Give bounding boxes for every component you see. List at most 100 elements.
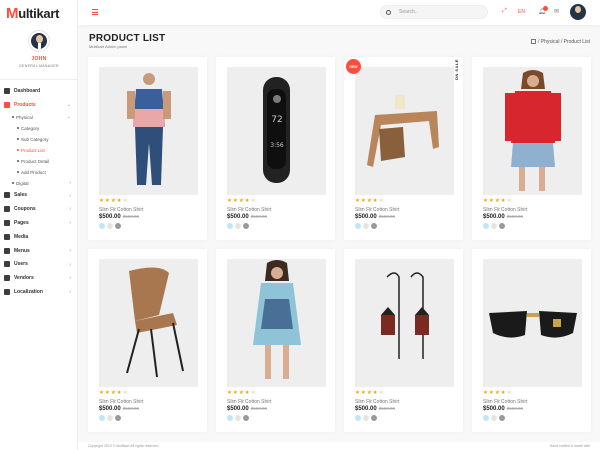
search-icon bbox=[386, 9, 391, 15]
product-image[interactable] bbox=[483, 67, 582, 195]
chevron-right-icon: › bbox=[69, 289, 71, 296]
old-price: $600.00 bbox=[378, 406, 395, 411]
color-swatch[interactable] bbox=[99, 223, 105, 229]
color-swatch[interactable] bbox=[115, 415, 121, 421]
sidebar-sub-digital[interactable]: Digital › bbox=[0, 178, 78, 189]
sidebar-item-users[interactable]: Users › bbox=[0, 258, 78, 272]
user-profile: JOHN GENERAL MANAGER bbox=[0, 28, 78, 76]
product-name[interactable]: Slim Fit Cotton Shirt bbox=[483, 399, 527, 405]
product-name[interactable]: Slim Fit Cotton Shirt bbox=[483, 207, 527, 213]
sidebar-sub-sub-category[interactable]: Sub Category bbox=[0, 134, 78, 145]
clipboard-icon bbox=[4, 220, 10, 227]
product-name[interactable]: Slim Fit Cotton Shirt bbox=[99, 207, 143, 213]
color-swatch[interactable] bbox=[371, 223, 377, 229]
product-image[interactable] bbox=[355, 259, 454, 387]
sidebar: Multikart JOHN GENERAL MANAGER Dashboard… bbox=[0, 0, 78, 450]
color-swatch[interactable] bbox=[115, 223, 121, 229]
product-name[interactable]: Slim Fit Cotton Shirt bbox=[227, 207, 271, 213]
product-card[interactable]: NEW ON SALE ★★★★★ Slim Fit Cotton Shirt … bbox=[344, 57, 463, 240]
brand-logo[interactable]: Multikart bbox=[6, 5, 59, 22]
color-swatch[interactable] bbox=[491, 415, 497, 421]
sidebar-sub-product-detail[interactable]: Product Detail bbox=[0, 156, 78, 167]
old-price: $600.00 bbox=[122, 214, 139, 219]
product-card[interactable]: ★★★★★ Slim Fit Cotton Shirt $500.00 $600.… bbox=[216, 249, 335, 432]
home-icon[interactable] bbox=[531, 39, 537, 44]
footer: Copyright 2019 © Multikart All rights re… bbox=[78, 442, 600, 450]
color-swatch[interactable] bbox=[243, 415, 249, 421]
color-swatch[interactable] bbox=[235, 223, 241, 229]
color-swatch[interactable] bbox=[107, 415, 113, 421]
sidebar-item-vendors[interactable]: Vendors › bbox=[0, 271, 78, 285]
sidebar-item-coupons[interactable]: Coupons › bbox=[0, 202, 78, 216]
color-swatch[interactable] bbox=[499, 223, 505, 229]
sidebar-item-pages[interactable]: Pages › bbox=[0, 216, 78, 230]
product-image[interactable] bbox=[483, 259, 582, 387]
product-image[interactable] bbox=[99, 67, 198, 195]
sidebar-sub-add-product[interactable]: Add Product bbox=[0, 167, 78, 178]
bullet-icon bbox=[17, 149, 19, 152]
maximize-icon[interactable]: ⤢ bbox=[502, 8, 507, 15]
product-image[interactable] bbox=[355, 67, 454, 195]
sidebar-sub-product-list[interactable]: Product List bbox=[0, 145, 78, 156]
chevron-right-icon: › bbox=[69, 206, 71, 213]
product-name[interactable]: Slim Fit Cotton Shirt bbox=[99, 399, 143, 405]
sidebar-sub-category[interactable]: Category bbox=[0, 123, 78, 134]
color-swatch[interactable] bbox=[355, 415, 361, 421]
svg-text:3:56: 3:56 bbox=[270, 142, 284, 149]
color-swatch[interactable] bbox=[107, 223, 113, 229]
color-swatch[interactable] bbox=[483, 415, 489, 421]
sidebar-item-menus[interactable]: Menus › bbox=[0, 244, 78, 258]
chevron-down-icon: ⌄ bbox=[66, 114, 71, 121]
color-swatch[interactable] bbox=[499, 415, 505, 421]
product-image[interactable] bbox=[99, 259, 198, 387]
product-card[interactable]: ★★★★★ Slim Fit Cotton Shirt $500.00 $600.… bbox=[472, 57, 591, 240]
color-swatch[interactable] bbox=[355, 223, 361, 229]
product-name[interactable]: Slim Fit Cotton Shirt bbox=[227, 399, 271, 405]
tag-icon bbox=[4, 206, 10, 213]
header-avatar[interactable] bbox=[570, 4, 586, 20]
product-card[interactable]: 72 3:56 ★★★★★ Slim Fit Cotton Shirt $500.… bbox=[216, 57, 335, 240]
color-swatch[interactable] bbox=[363, 415, 369, 421]
page-title: PRODUCT LIST bbox=[89, 33, 166, 44]
chrome-icon bbox=[4, 289, 10, 296]
menu-toggle-icon[interactable] bbox=[92, 9, 98, 15]
old-price: $600.00 bbox=[250, 406, 267, 411]
chat-icon[interactable]: ✉︎ bbox=[554, 8, 559, 15]
sidebar-item-media[interactable]: Media bbox=[0, 230, 78, 244]
search-bar[interactable]: Search.. bbox=[380, 5, 488, 19]
search-input[interactable]: Search.. bbox=[399, 9, 418, 15]
sidebar-sub-physical[interactable]: Physical ⌄ bbox=[0, 112, 78, 123]
product-card[interactable]: ★★★★★ Slim Fit Cotton Shirt $500.00 $600.… bbox=[88, 249, 207, 432]
rating-stars: ★★★★★ bbox=[227, 390, 257, 396]
chevron-right-icon: › bbox=[69, 220, 71, 227]
color-swatch[interactable] bbox=[243, 223, 249, 229]
color-swatch[interactable] bbox=[363, 223, 369, 229]
rating-stars: ★★★★★ bbox=[227, 198, 257, 204]
product-card[interactable]: ★★★★★ Slim Fit Cotton Shirt $500.00 $600.… bbox=[88, 57, 207, 240]
product-name[interactable]: Slim Fit Cotton Shirt bbox=[355, 207, 399, 213]
product-card[interactable]: ★★★★★ Slim Fit Cotton Shirt $500.00 $600.… bbox=[472, 249, 591, 432]
color-swatch[interactable] bbox=[99, 415, 105, 421]
product-card[interactable]: ★★★★★ Slim Fit Cotton Shirt $500.00 $600.… bbox=[344, 249, 463, 432]
product-image[interactable]: 72 3:56 bbox=[227, 67, 326, 195]
sidebar-item-sales[interactable]: Sales › bbox=[0, 189, 78, 203]
color-swatch[interactable] bbox=[491, 223, 497, 229]
color-swatch[interactable] bbox=[371, 415, 377, 421]
old-price: $600.00 bbox=[506, 214, 523, 219]
rating-stars: ★★★★★ bbox=[355, 198, 385, 204]
product-name[interactable]: Slim Fit Cotton Shirt bbox=[355, 399, 399, 405]
color-swatch[interactable] bbox=[227, 415, 233, 421]
color-swatch[interactable] bbox=[235, 415, 241, 421]
language-selector[interactable]: EN bbox=[518, 9, 525, 15]
avatar[interactable] bbox=[29, 31, 49, 51]
chevron-right-icon: › bbox=[69, 192, 71, 199]
user-role: GENERAL MANAGER bbox=[19, 64, 59, 68]
product-image[interactable] bbox=[227, 259, 326, 387]
color-swatch[interactable] bbox=[227, 223, 233, 229]
sidebar-item-dashboard[interactable]: Dashboard bbox=[0, 84, 78, 98]
color-swatch[interactable] bbox=[483, 223, 489, 229]
sidebar-item-localization[interactable]: Localization › bbox=[0, 285, 78, 299]
user-plus-icon bbox=[4, 261, 10, 268]
old-price: $600.00 bbox=[250, 214, 267, 219]
sidebar-item-products[interactable]: Products ⌄ bbox=[0, 98, 78, 112]
